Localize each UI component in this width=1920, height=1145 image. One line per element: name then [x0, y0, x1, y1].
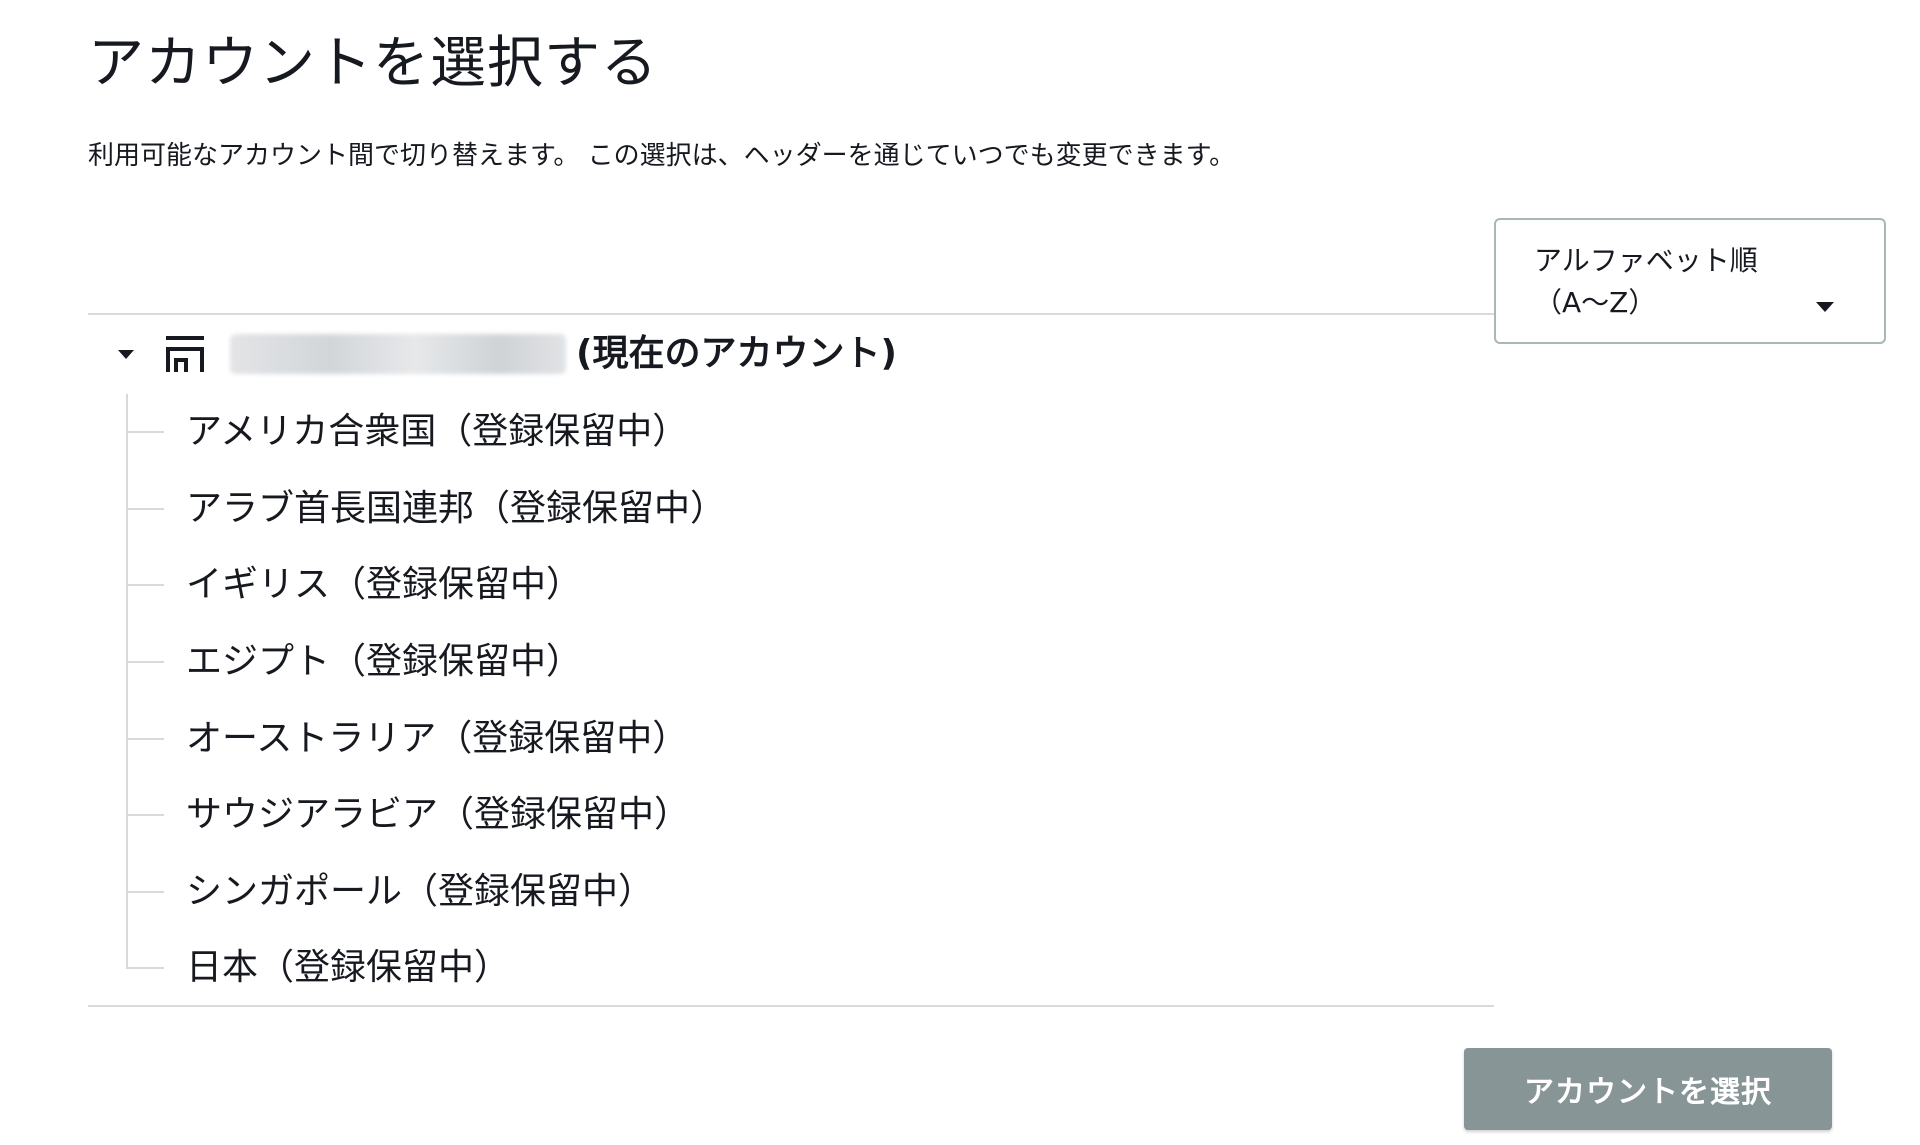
tree-branch-line: [126, 661, 164, 664]
tree-bottom-divider: [88, 1005, 1494, 1007]
tree-branch-line: [126, 737, 164, 740]
tree-item-account[interactable]: 日本（登録保留中）: [126, 930, 1226, 1007]
tree-children-list: アメリカ合衆国（登録保留中） アラブ首長国連邦（登録保留中） イギリス（登録保留…: [126, 394, 1226, 1007]
page-title: アカウントを選択する: [88, 31, 658, 96]
current-account-label: (現在のアカウント): [576, 333, 897, 374]
expand-caret-icon[interactable]: [118, 349, 134, 359]
tree-branch-line: [126, 584, 164, 587]
sort-order-selected-value: アルファベット順（A〜Z）: [1534, 244, 1758, 319]
tree-root-account[interactable]: (現在のアカウント): [112, 326, 897, 382]
tree-item-label: シンガポール（登録保留中）: [186, 870, 655, 912]
tree-item-label: アメリカ合衆国（登録保留中）: [186, 411, 689, 453]
tree-branch-line: [126, 890, 164, 893]
tree-item-label: アラブ首長国連邦（登録保留中）: [186, 487, 727, 529]
tree-branch-line: [126, 967, 164, 970]
tree-item-account[interactable]: イギリス（登録保留中）: [126, 547, 1226, 624]
tree-branch-line: [126, 507, 164, 510]
account-selection-page: アカウントを選択する 利用可能なアカウント間で切り替えます。 この選択は、ヘッダ…: [0, 0, 1920, 1145]
tree-item-label: イギリス（登録保留中）: [186, 564, 583, 606]
account-id-redacted: [230, 334, 566, 374]
page-description: 利用可能なアカウント間で切り替えます。 この選択は、ヘッダーを通じていつでも変更…: [88, 141, 1236, 171]
select-account-button[interactable]: アカウントを選択: [1464, 1048, 1832, 1130]
tree-item-account[interactable]: エジプト（登録保留中）: [126, 624, 1226, 701]
tree-item-account[interactable]: サウジアラビア（登録保留中）: [126, 777, 1226, 854]
tree-item-label: サウジアラビア（登録保留中）: [186, 794, 691, 836]
tree-top-divider: [88, 313, 1494, 315]
tree-item-account[interactable]: アラブ首長国連邦（登録保留中）: [126, 471, 1226, 548]
tree-item-label: オーストラリア（登録保留中）: [186, 717, 689, 759]
sort-order-select[interactable]: アルファベット順（A〜Z）: [1494, 218, 1886, 344]
caret-down-icon: [1816, 302, 1834, 312]
tree-item-account[interactable]: オーストラリア（登録保留中）: [126, 700, 1226, 777]
tree-item-account[interactable]: シンガポール（登録保留中）: [126, 854, 1226, 931]
tree-branch-line: [126, 814, 164, 817]
building-icon: [166, 336, 204, 372]
tree-branch-line: [126, 431, 164, 434]
tree-item-label: エジプト（登録保留中）: [186, 641, 583, 683]
tree-item-label: 日本（登録保留中）: [186, 947, 511, 989]
tree-item-account[interactable]: アメリカ合衆国（登録保留中）: [126, 394, 1226, 471]
